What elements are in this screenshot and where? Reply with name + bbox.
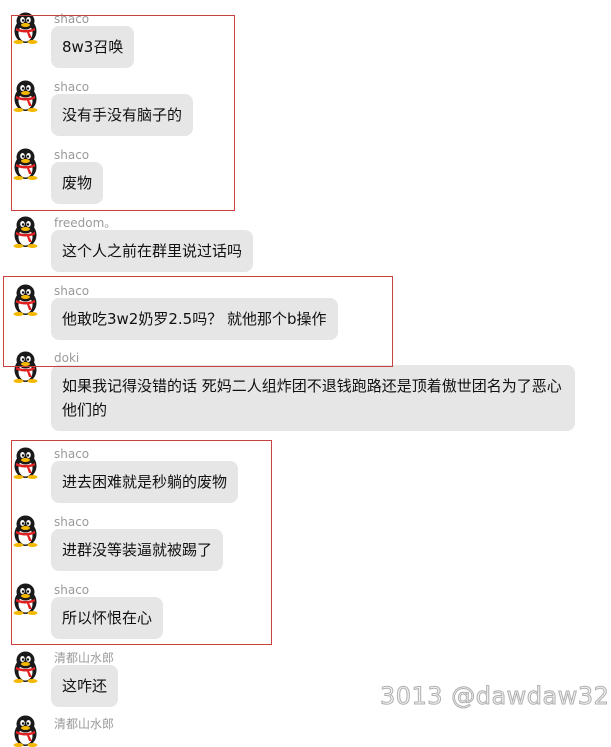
watermark: 3013 @dawdaw32 <box>379 682 610 711</box>
sender-name: shaco <box>54 148 90 162</box>
message-bubble: 废物 <box>51 162 104 204</box>
message-bubble: 如果我记得没错的话 死妈二人组炸团不退钱跑路还是顶着傲世团名为了恶心他们的 <box>51 365 575 431</box>
message-bubble: 8w3召唤 <box>51 26 135 68</box>
sender-name: shaco <box>54 583 90 597</box>
sender-name: doki <box>54 351 80 365</box>
message-bubble: 所以怀恨在心 <box>51 597 164 639</box>
qq-penguin-avatar-icon[interactable] <box>11 351 40 383</box>
sender-name: 清都山水郎 <box>54 651 115 665</box>
sender-name: shaco <box>54 80 90 94</box>
message-bubble: 这咋还 <box>51 665 119 707</box>
message-bubble: 他敢吃3w2奶罗2.5吗？ 就他那个b操作 <box>51 298 338 340</box>
message-bubble: 进去困难就是秒躺的废物 <box>51 461 239 503</box>
message-bubble: 这个人之前在群里说过话吗 <box>51 230 254 272</box>
qq-penguin-avatar-icon[interactable] <box>11 715 40 747</box>
sender-name: shaco <box>54 515 90 529</box>
qq-penguin-avatar-icon[interactable] <box>11 216 40 248</box>
sender-name: shaco <box>54 284 90 298</box>
qq-penguin-avatar-icon[interactable] <box>11 148 40 180</box>
qq-penguin-avatar-icon[interactable] <box>11 447 40 479</box>
sender-name: shaco <box>54 447 90 461</box>
qq-penguin-avatar-icon[interactable] <box>11 284 40 316</box>
qq-penguin-avatar-icon[interactable] <box>11 515 40 547</box>
sender-name: 清都山水郎 <box>54 717 115 731</box>
message-bubble: 进群没等装逼就被踢了 <box>51 529 224 571</box>
qq-penguin-avatar-icon[interactable] <box>11 583 40 615</box>
sender-name: shaco <box>54 12 90 26</box>
message-bubble: 没有手没有脑子的 <box>51 94 194 136</box>
qq-penguin-avatar-icon[interactable] <box>11 80 40 112</box>
sender-name: freedom。 <box>54 216 117 230</box>
qq-penguin-avatar-icon[interactable] <box>11 651 40 683</box>
qq-penguin-avatar-icon[interactable] <box>11 12 40 44</box>
